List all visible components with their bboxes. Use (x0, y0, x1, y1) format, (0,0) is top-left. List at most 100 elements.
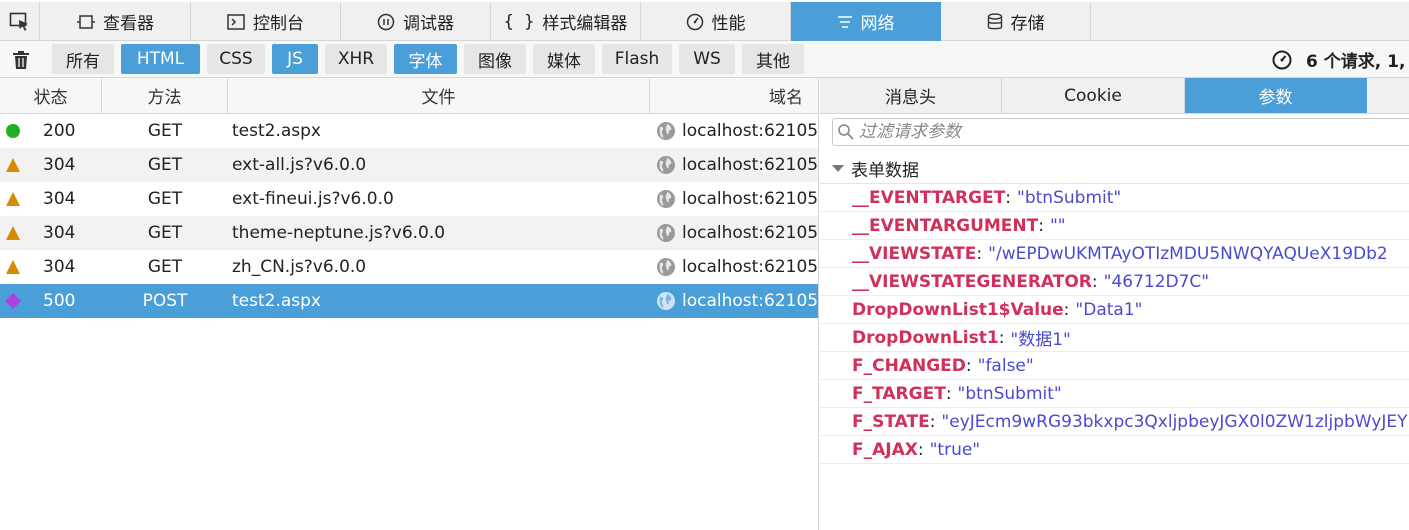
tab-debugger[interactable]: 调试器 (341, 2, 491, 41)
request-method: GET (147, 257, 183, 277)
filter-html-button[interactable]: HTML (121, 44, 200, 74)
element-picker-icon (9, 12, 28, 31)
param-row[interactable]: DropDownList1: "数据1" (820, 324, 1409, 352)
param-value: "Data1" (1075, 299, 1143, 320)
param-key: __VIEWSTATEGENERATOR (852, 271, 1092, 292)
param-value: "" (1049, 215, 1066, 236)
tab-storage[interactable]: 存储 (941, 2, 1091, 41)
filter-images-button[interactable]: 图像 (464, 44, 526, 74)
filter-css-button[interactable]: CSS (207, 44, 265, 74)
request-file: theme-neptune.js?v6.0.0 (232, 223, 446, 243)
request-domain: localhost:62105 (656, 284, 818, 318)
param-key: DropDownList1$Value (852, 299, 1064, 320)
param-separator: : (998, 327, 1005, 348)
request-file: test2.aspx (232, 121, 321, 141)
request-file: zh_CN.js?v6.0.0 (232, 257, 367, 277)
param-row[interactable]: __VIEWSTATEGENERATOR: "46712D7C" (820, 268, 1409, 296)
filter-ws-button[interactable]: WS (679, 44, 735, 74)
request-status: 304 (43, 257, 76, 277)
request-file: ext-all.js?v6.0.0 (232, 155, 367, 175)
param-separator: : (917, 439, 924, 460)
param-row[interactable]: F_AJAX: "true" (820, 436, 1409, 464)
column-domain[interactable]: 域名 (650, 78, 818, 113)
request-method: GET (147, 155, 183, 175)
param-value: "46712D7C" (1103, 271, 1210, 292)
request-row[interactable]: 200 GET test2.aspx localhost:62105 (0, 114, 818, 148)
request-list: 状态 方法 文件 域名 200 GET test2.aspx localhost… (0, 78, 819, 530)
param-row[interactable]: __EVENTARGUMENT: "" (820, 212, 1409, 240)
request-row[interactable]: 304 GET ext-all.js?v6.0.0 localhost:6210… (0, 148, 818, 182)
filter-other-button[interactable]: 其他 (742, 44, 804, 74)
column-status[interactable]: 状态 (0, 78, 102, 113)
filter-media-button[interactable]: 媒体 (533, 44, 595, 74)
param-key: F_TARGET (852, 383, 946, 404)
param-row[interactable]: F_TARGET: "btnSubmit" (820, 380, 1409, 408)
trash-icon (13, 51, 29, 69)
param-value: "btnSubmit" (1017, 187, 1122, 208)
request-domain: localhost:62105 (656, 250, 818, 284)
param-separator: : (1063, 299, 1070, 320)
param-key: F_AJAX (852, 439, 918, 460)
request-method: POST (142, 291, 188, 311)
request-row[interactable]: 304 GET zh_CN.js?v6.0.0 localhost:62105 (0, 250, 818, 284)
filter-fonts-button[interactable]: 字体 (394, 44, 457, 74)
request-summary: 6 个请求, 1, (1272, 41, 1405, 78)
stopwatch-icon (1272, 50, 1292, 70)
param-separator: : (929, 411, 936, 432)
filter-js-button[interactable]: JS (272, 44, 318, 74)
param-key: F_STATE (852, 411, 930, 432)
request-method: GET (147, 121, 183, 141)
tab-inspector[interactable]: 查看器 (41, 2, 191, 41)
clear-requests-button[interactable] (6, 47, 36, 73)
console-icon (227, 13, 245, 30)
status-indicator-icon (4, 216, 22, 250)
tab-label: 网络 (860, 14, 895, 34)
tab-performance[interactable]: 性能 (641, 2, 791, 41)
column-file[interactable]: 文件 (228, 78, 650, 113)
filter-xhr-button[interactable]: XHR (325, 44, 387, 74)
request-row-selected[interactable]: 500 POST test2.aspx localhost:62105 (0, 284, 818, 318)
param-separator: : (945, 383, 952, 404)
tab-label: 样式编辑器 (542, 14, 628, 34)
param-row[interactable]: __EVENTTARGET: "btnSubmit" (820, 184, 1409, 212)
filter-flash-button[interactable]: Flash (602, 44, 672, 74)
param-row[interactable]: DropDownList1$Value: "Data1" (820, 296, 1409, 324)
param-row[interactable]: F_CHANGED: "false" (820, 352, 1409, 380)
request-method: GET (147, 189, 183, 209)
globe-icon (656, 189, 676, 209)
column-method[interactable]: 方法 (102, 78, 228, 113)
request-status: 304 (43, 223, 76, 243)
tab-console[interactable]: 控制台 (191, 2, 341, 41)
tab-label: 存储 (1010, 14, 1045, 34)
tab-cookies[interactable]: Cookie (1002, 78, 1185, 113)
param-separator: : (1091, 271, 1098, 292)
request-method: GET (147, 223, 183, 243)
globe-icon (656, 155, 676, 175)
tab-network[interactable]: 网络 (791, 2, 941, 41)
form-data-section-toggle[interactable]: 表单数据 (820, 154, 1409, 184)
params-filter-input[interactable] (859, 122, 1379, 142)
toolbox-tabbar: 查看器 控制台 调试器 { } 样式编辑器 性能 网络 存储 (0, 0, 1409, 41)
globe-icon (656, 291, 676, 311)
request-row[interactable]: 304 GET ext-fineui.js?v6.0.0 localhost:6… (0, 182, 818, 216)
tab-style-editor[interactable]: { } 样式编辑器 (491, 2, 641, 41)
section-label: 表单数据 (851, 161, 919, 181)
param-row[interactable]: __VIEWSTATE: "/wEPDwUKMTAyOTIzMDU5NWQYAQU… (820, 240, 1409, 268)
param-separator: : (965, 355, 972, 376)
param-value: "btnSubmit" (957, 383, 1062, 404)
request-status: 200 (43, 121, 76, 141)
element-picker-button[interactable] (0, 2, 40, 41)
request-row[interactable]: 304 GET theme-neptune.js?v6.0.0 localhos… (0, 216, 818, 250)
search-icon (837, 123, 855, 141)
param-key: __EVENTARGUMENT (852, 215, 1039, 236)
param-list: __EVENTTARGET: "btnSubmit" __EVENTARGUMEN… (820, 184, 1409, 464)
status-indicator-icon (4, 284, 22, 318)
param-key: __EVENTTARGET (852, 187, 1006, 208)
request-domain: localhost:62105 (656, 182, 818, 216)
tab-params[interactable]: 参数 (1185, 78, 1367, 113)
request-status: 500 (43, 291, 76, 311)
param-row[interactable]: F_STATE: "eyJEcm9wRG93bkxpc3QxljpbeyJGX0l… (820, 408, 1409, 436)
filter-all-button[interactable]: 所有 (52, 44, 114, 74)
tab-headers[interactable]: 消息头 (820, 78, 1002, 113)
param-value: "eyJEcm9wRG93bkxpc3QxljpbeyJGX0l0ZW1zljp… (941, 411, 1408, 432)
